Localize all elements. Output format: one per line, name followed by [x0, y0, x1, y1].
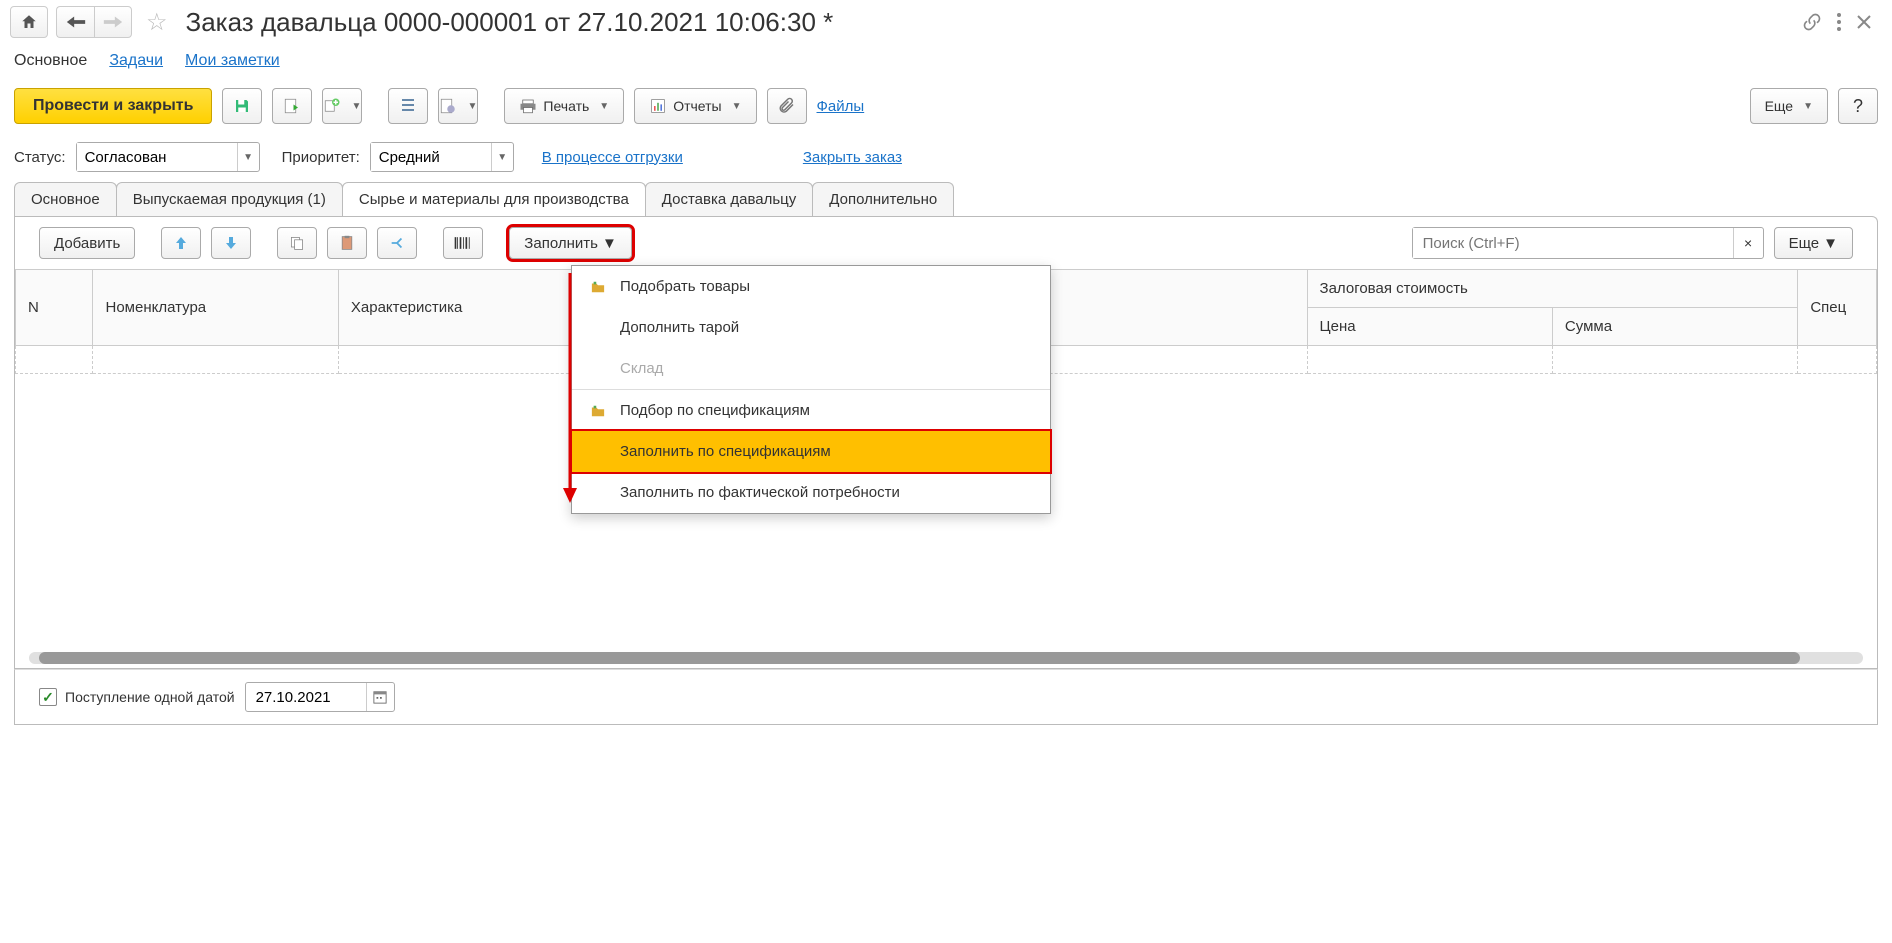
- status-input[interactable]: [77, 143, 237, 171]
- priority-label: Приоритет:: [282, 149, 360, 166]
- status-dropdown-icon[interactable]: ▼: [237, 143, 259, 171]
- forward-button[interactable]: [94, 6, 132, 38]
- col-collateral[interactable]: Залоговая стоимость: [1307, 270, 1798, 308]
- menu-pick-goods[interactable]: Подобрать товары: [572, 266, 1050, 307]
- move-down-button[interactable]: [211, 227, 251, 259]
- col-sum[interactable]: Сумма: [1552, 308, 1797, 346]
- barcode-button[interactable]: [443, 227, 483, 259]
- post-button[interactable]: [272, 88, 312, 124]
- scroll-thumb[interactable]: [39, 652, 1800, 664]
- move-up-button[interactable]: [161, 227, 201, 259]
- back-button[interactable]: [56, 6, 94, 38]
- sub-more-button[interactable]: Еще ▼: [1774, 227, 1853, 259]
- col-price[interactable]: Цена: [1307, 308, 1552, 346]
- menu-warehouse: Склад: [572, 348, 1050, 389]
- horizontal-scrollbar[interactable]: [29, 652, 1863, 664]
- nav-tasks[interactable]: Задачи: [109, 52, 163, 70]
- close-order-link[interactable]: Закрыть заказ: [803, 149, 902, 166]
- help-button[interactable]: ?: [1838, 88, 1878, 124]
- single-date-label: Поступление одной датой: [65, 689, 235, 705]
- calendar-icon[interactable]: [366, 683, 394, 711]
- paste-button[interactable]: [327, 227, 367, 259]
- search-clear-icon[interactable]: ×: [1733, 228, 1763, 258]
- favorite-star-icon[interactable]: ☆: [146, 8, 168, 37]
- menu-fill-spec[interactable]: Заполнить по спецификациям: [572, 431, 1050, 472]
- attach-button[interactable]: [767, 88, 807, 124]
- search-box[interactable]: ×: [1412, 227, 1764, 259]
- shipping-status-link[interactable]: В процессе отгрузки: [542, 149, 683, 166]
- nav-notes[interactable]: Мои заметки: [185, 52, 280, 70]
- priority-input[interactable]: [371, 143, 491, 171]
- search-input[interactable]: [1413, 228, 1733, 258]
- fill-dropdown-menu: Подобрать товары Дополнить тарой Склад П…: [571, 265, 1051, 514]
- date-field[interactable]: [246, 689, 366, 706]
- page-title: Заказ давальца 0000-000001 от 27.10.2021…: [186, 7, 1794, 38]
- folder-green-icon: [590, 404, 608, 418]
- save-button[interactable]: [222, 88, 262, 124]
- col-characteristic[interactable]: Характеристика: [338, 270, 583, 346]
- structure-button[interactable]: [388, 88, 428, 124]
- files-link[interactable]: Файлы: [817, 98, 865, 115]
- post-and-close-button[interactable]: Провести и закрыть: [14, 88, 212, 124]
- col-spec[interactable]: Спец: [1798, 270, 1877, 346]
- col-n[interactable]: N: [16, 270, 93, 346]
- fill-button[interactable]: Заполнить ▼: [509, 227, 632, 259]
- split-button[interactable]: [377, 227, 417, 259]
- tab-materials[interactable]: Сырье и материалы для производства: [342, 182, 646, 216]
- status-combo[interactable]: ▼: [76, 142, 260, 172]
- reports-button[interactable]: Отчеты ▼: [634, 88, 756, 124]
- date-input-group[interactable]: [245, 682, 395, 712]
- link-icon[interactable]: [1802, 12, 1822, 32]
- add-row-button[interactable]: Добавить: [39, 227, 135, 259]
- close-icon[interactable]: [1856, 14, 1872, 30]
- menu-fill-actual[interactable]: Заполнить по фактической потребности: [572, 472, 1050, 513]
- print-button[interactable]: Печать ▼: [504, 88, 624, 124]
- copy-button[interactable]: [277, 227, 317, 259]
- status-label: Статус:: [14, 149, 66, 166]
- single-date-checkbox[interactable]: ✓: [39, 688, 57, 706]
- priority-combo[interactable]: ▼: [370, 142, 514, 172]
- menu-add-tare[interactable]: Дополнить тарой: [572, 307, 1050, 348]
- menu-pick-spec[interactable]: Подбор по спецификациям: [572, 390, 1050, 431]
- tab-additional[interactable]: Дополнительно: [812, 182, 954, 216]
- tab-delivery[interactable]: Доставка давальцу: [645, 182, 813, 216]
- tab-main[interactable]: Основное: [14, 182, 117, 216]
- create-based-button[interactable]: ▼: [322, 88, 362, 124]
- tab-products[interactable]: Выпускаемая продукция (1): [116, 182, 343, 216]
- settings-button[interactable]: ▼: [438, 88, 478, 124]
- kebab-menu-icon[interactable]: [1836, 12, 1842, 32]
- home-button[interactable]: [10, 6, 48, 38]
- col-nomenclature[interactable]: Номенклатура: [93, 270, 338, 346]
- folder-green-icon: [590, 280, 608, 294]
- more-button[interactable]: Еще ▼: [1750, 88, 1828, 124]
- priority-dropdown-icon[interactable]: ▼: [491, 143, 513, 171]
- nav-main[interactable]: Основное: [14, 52, 87, 70]
